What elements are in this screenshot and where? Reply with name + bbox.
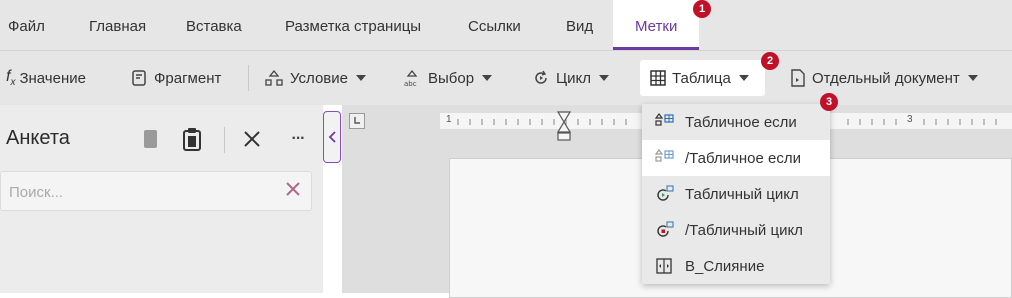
step-badge: 3 — [820, 93, 838, 111]
svg-text:abc: abc — [404, 80, 417, 87]
menu-item-label: В_Слияние — [685, 257, 765, 275]
menu-item-table-loop[interactable]: Табличный цикл — [642, 176, 830, 212]
menu-item-label: Табличный цикл — [685, 185, 799, 203]
table-button[interactable]: Таблица — [640, 60, 765, 96]
tab-stop-selector[interactable] — [349, 113, 365, 129]
loop-button[interactable]: Цикл — [532, 51, 615, 105]
condition-button[interactable]: Условие — [264, 51, 372, 105]
paste-button[interactable] — [178, 123, 206, 155]
search-input[interactable] — [7, 180, 281, 204]
menu-item-label: /Табличный цикл — [685, 221, 803, 239]
choice-button[interactable]: abc Выбор — [402, 51, 498, 105]
end-table-loop-icon — [657, 221, 674, 237]
table-loop-icon — [657, 185, 674, 201]
indent-marker-icon[interactable] — [556, 110, 572, 142]
loop-icon — [535, 70, 547, 84]
panel-divider — [224, 127, 225, 153]
menu-view[interactable]: Вид — [566, 0, 593, 50]
menu-insert[interactable]: Вставка — [186, 0, 242, 50]
fragment-label: Фрагмент — [154, 69, 222, 87]
copy-icon — [144, 130, 157, 148]
menu-references[interactable]: Ссылки — [468, 0, 521, 50]
chevron-down-icon — [482, 75, 493, 81]
menu-file[interactable]: Файл — [8, 0, 45, 50]
step-badge: 1 — [693, 0, 711, 18]
chevron-down-icon — [598, 75, 609, 81]
menu-item-end-table-loop[interactable]: /Табличный цикл — [642, 212, 830, 248]
chevron-down-icon — [738, 75, 749, 81]
separate-document-label: Отдельный документ — [812, 69, 960, 87]
fx-icon: fx — [6, 67, 16, 89]
choice-label: Выбор — [428, 69, 475, 87]
menu-bar: Файл Главная Вставка Разметка страницы С… — [0, 0, 1012, 50]
chevron-down-icon — [967, 75, 978, 81]
menu-item-label: /Табличное если — [685, 149, 801, 167]
merge-icon — [656, 258, 672, 274]
tab-stop-icon — [354, 117, 360, 124]
value-button[interactable]: fx Значение — [6, 51, 86, 105]
chevron-down-icon — [355, 75, 366, 81]
value-label: Значение — [19, 69, 86, 87]
table-dropdown-menu: Табличное если /Табличное если Табличный… — [642, 104, 830, 284]
loop-label: Цикл — [556, 69, 591, 87]
more-button[interactable]: ··· — [284, 123, 312, 155]
collapse-panel-button[interactable] — [323, 111, 341, 163]
document-icon — [791, 69, 805, 87]
close-panel-button[interactable] — [238, 123, 266, 155]
menu-item-merge[interactable]: В_Слияние — [642, 248, 830, 284]
condition-icon — [265, 69, 283, 86]
fragment-button[interactable]: Фрагмент — [130, 51, 221, 105]
menu-item-label: Табличное если — [685, 113, 797, 131]
chevron-left-icon — [328, 131, 336, 143]
menu-item-end-table-if[interactable]: /Табличное если — [642, 140, 830, 176]
tags-panel: Анкета ··· — [0, 105, 323, 293]
close-icon — [244, 131, 260, 147]
toolbar-divider — [248, 65, 249, 91]
clipboard-icon — [183, 128, 201, 151]
ruler-label: 3 — [907, 114, 913, 125]
menu-home[interactable]: Главная — [89, 0, 146, 50]
ribbon-toolbar: fx Значение Фрагмент Условие abc Выбор Ц… — [0, 50, 1012, 105]
fragment-icon — [132, 70, 146, 86]
table-if-icon — [655, 113, 674, 126]
choice-icon: abc — [404, 69, 418, 87]
clear-search-icon[interactable] — [285, 181, 301, 197]
separate-document-button[interactable]: Отдельный документ — [790, 51, 984, 105]
menu-page-layout[interactable]: Разметка страницы — [285, 0, 421, 50]
menu-tags[interactable]: Метки — [613, 0, 700, 50]
condition-label: Условие — [290, 69, 348, 87]
table-grid-icon — [650, 70, 666, 86]
ruler-label: 1 — [446, 114, 452, 125]
step-badge: 2 — [761, 52, 779, 70]
menu-item-table-if[interactable]: Табличное если — [642, 104, 830, 140]
end-table-if-icon — [655, 149, 674, 162]
panel-title: Анкета — [6, 127, 70, 149]
table-label: Таблица — [672, 69, 731, 87]
copy-button[interactable] — [136, 123, 164, 155]
search-box — [0, 171, 312, 211]
